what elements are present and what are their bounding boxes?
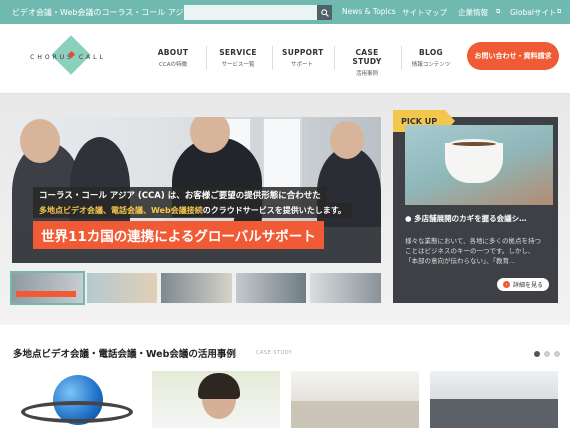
- slide-thumb-5[interactable]: [310, 273, 381, 303]
- carousel-dot[interactable]: [544, 351, 550, 357]
- nav-blog-sub: 情報コンテンツ: [411, 62, 451, 68]
- arrow-right-icon: ›: [502, 281, 510, 288]
- nav-service[interactable]: SERVICE サービス一覧: [218, 48, 258, 68]
- nav-about[interactable]: ABOUT CCAの特徴: [156, 48, 190, 68]
- nav-divider: [334, 46, 335, 70]
- contact-button[interactable]: お問い合わせ・資料請求: [467, 42, 559, 70]
- top-bar: ビデオ会議・Web会議のコーラス・コール アジア News & Topics サ…: [0, 0, 570, 24]
- person-head: [20, 119, 60, 163]
- pickup-title-text: 多店舗展開のカギを握る会議シ…: [414, 214, 527, 223]
- external-link-icon: ⧉: [557, 8, 562, 15]
- case-study-subtitle: CASE STUDY: [256, 350, 293, 356]
- pickup-photo[interactable]: [405, 125, 553, 205]
- coffee-cup: [445, 143, 503, 183]
- logo[interactable]: CHORUS CALL: [12, 34, 124, 84]
- nav-blog[interactable]: BLOG 情報コンテンツ: [406, 48, 456, 68]
- slide-thumb-1[interactable]: [10, 271, 85, 305]
- nav-support-sub: サポート: [290, 62, 313, 68]
- pickup-title[interactable]: ● 多店舗展開のカギを握る会議シ…: [405, 213, 553, 224]
- nav-service-label: SERVICE: [219, 48, 257, 57]
- hero-headline: 世界11カ国の連携によるグローバルサポート: [33, 221, 324, 249]
- external-link-icon: ⧉: [496, 8, 501, 15]
- slide-thumbnails: [10, 271, 381, 305]
- case-card-globe[interactable]: [13, 371, 141, 428]
- nav-case-study-label: CASE STUDY: [352, 48, 382, 66]
- nav-divider: [401, 46, 402, 70]
- nav-case-study[interactable]: CASE STUDY 活用事例: [342, 48, 392, 77]
- case-card-seminar[interactable]: [291, 371, 419, 428]
- hero-caption-line2: 多地点ビデオ会議、電話会議、Web会議接続のクラウドサービスを提供いたします。: [33, 203, 352, 218]
- nav-support-label: SUPPORT: [282, 48, 324, 57]
- case-card-woman[interactable]: [152, 371, 280, 428]
- search-input[interactable]: [184, 5, 317, 20]
- nav-about-label: ABOUT: [157, 48, 189, 57]
- pickup-body-line: 様々な業態において、各地に多くの拠点を持つ: [405, 237, 541, 245]
- sitemap-link[interactable]: サイトマップ: [402, 7, 447, 18]
- hero-caption-rest: のクラウドサービスを提供いたします。: [202, 206, 346, 215]
- conference-ring: [21, 401, 133, 423]
- hero-caption-highlight: 多地点ビデオ会議、電話会議、Web会議接続: [39, 206, 203, 215]
- search-box: [184, 5, 332, 20]
- carousel-dots: [534, 351, 560, 357]
- nav-divider: [206, 46, 207, 70]
- nav-divider: [272, 46, 273, 70]
- nav-case-study-sub: 活用事例: [355, 71, 378, 77]
- slide-thumb-2[interactable]: [86, 273, 158, 303]
- case-card-classroom[interactable]: [430, 371, 558, 428]
- company-link[interactable]: 企業情報: [458, 7, 488, 18]
- detail-button-label: 詳細を見る: [512, 282, 543, 289]
- pickup-body-line: ことはビジネスのキーの一つです。しかし、: [405, 247, 535, 255]
- pickup-body-line: 「本部の意向が伝わらない」、「教育…: [405, 257, 516, 265]
- detail-button[interactable]: › 詳細を見る: [497, 278, 549, 291]
- nav-service-sub: サービス一覧: [221, 62, 255, 68]
- global-site-link[interactable]: Globalサイト: [510, 7, 556, 18]
- coffee: [449, 139, 499, 149]
- carousel-dot[interactable]: [534, 351, 540, 357]
- thumb-headline-bar: [16, 291, 76, 297]
- news-topics-link[interactable]: News & Topics: [342, 7, 396, 16]
- case-study-title: 多地点ビデオ会議・電話会議・Web会議の活用事例: [13, 349, 236, 360]
- audience: [430, 399, 558, 428]
- nav-support[interactable]: SUPPORT サポート: [282, 48, 324, 68]
- person-hair: [198, 373, 240, 399]
- slide-thumb-4[interactable]: [235, 273, 307, 303]
- person-head: [330, 121, 364, 159]
- site-header: CHORUS CALL ABOUT CCAの特徴 SERVICE サービス一覧 …: [0, 24, 570, 94]
- site-name[interactable]: ビデオ会議・Web会議のコーラス・コール アジア: [12, 7, 192, 18]
- search-icon: [320, 8, 329, 17]
- nav-about-sub: CCAの特徴: [159, 62, 187, 68]
- nav-blog-label: BLOG: [419, 48, 443, 57]
- pickup-body: 様々な業態において、各地に多くの拠点を持つ ことはビジネスのキーの一つです。しか…: [405, 236, 553, 266]
- search-button[interactable]: [317, 5, 332, 20]
- carousel-dot[interactable]: [554, 351, 560, 357]
- slide-thumb-3[interactable]: [161, 273, 232, 303]
- desks: [291, 401, 419, 428]
- hero-caption-line1: コーラス・コール アジア (CCA) は、お客様ご要望の提供形態に合わせた: [33, 187, 327, 203]
